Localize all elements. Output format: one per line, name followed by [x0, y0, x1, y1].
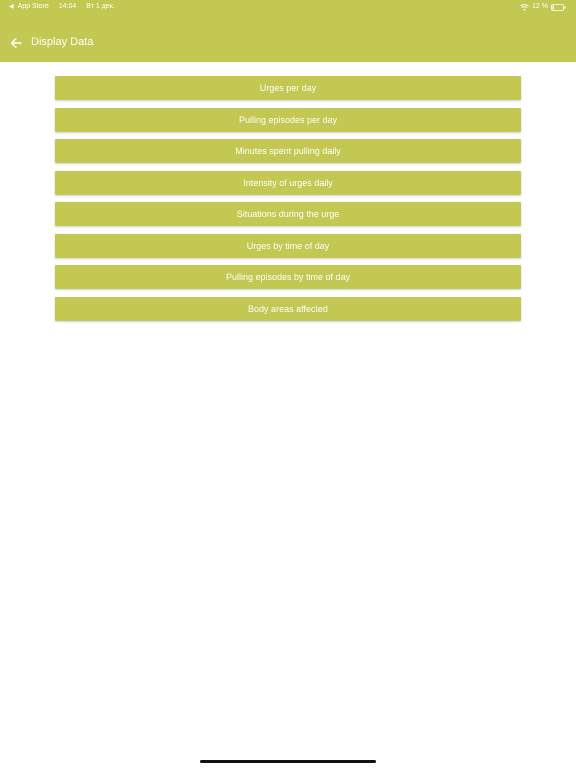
home-indicator[interactable]: [200, 760, 376, 763]
pulling-episodes-per-day-button[interactable]: Pulling episodes per day: [55, 107, 521, 132]
battery-icon: [551, 3, 566, 11]
intensity-of-urges-daily-button[interactable]: Intensity of urges daily: [55, 170, 521, 195]
page-title: Display Data: [31, 36, 94, 48]
nav-bar: Display Data: [0, 26, 576, 60]
wifi-icon: [520, 3, 529, 11]
status-left: ◀ App Store 14:04 Вт 1 дек.: [9, 0, 115, 14]
status-bar: ◀ App Store 14:04 Вт 1 дек. 12 %: [0, 0, 576, 14]
back-to-app-label[interactable]: App Store: [18, 0, 49, 14]
situations-during-urge-button[interactable]: Situations during the urge: [55, 202, 521, 226]
battery-percent: 12 %: [532, 3, 548, 10]
status-right: 12 %: [520, 0, 566, 14]
urges-per-day-button[interactable]: Urges per day: [55, 76, 521, 100]
arrow-left-icon[interactable]: [10, 36, 22, 49]
body-areas-affected-button[interactable]: Body areas affected: [55, 296, 521, 321]
pulling-episodes-by-time-of-day-button[interactable]: Pulling episodes by time of day: [55, 265, 521, 289]
back-to-app-icon[interactable]: ◀: [9, 0, 14, 14]
status-date: Вт 1 дек.: [86, 3, 115, 10]
urges-by-time-of-day-button[interactable]: Urges by time of day: [55, 233, 521, 258]
minutes-spent-pulling-daily-button[interactable]: Minutes spent pulling daily: [55, 139, 521, 163]
status-time: 14:04: [58, 3, 77, 10]
app-header: ◀ App Store 14:04 Вт 1 дек. 12 % Display…: [0, 0, 576, 62]
display-data-menu: Urges per day Pulling episodes per day M…: [55, 76, 521, 328]
